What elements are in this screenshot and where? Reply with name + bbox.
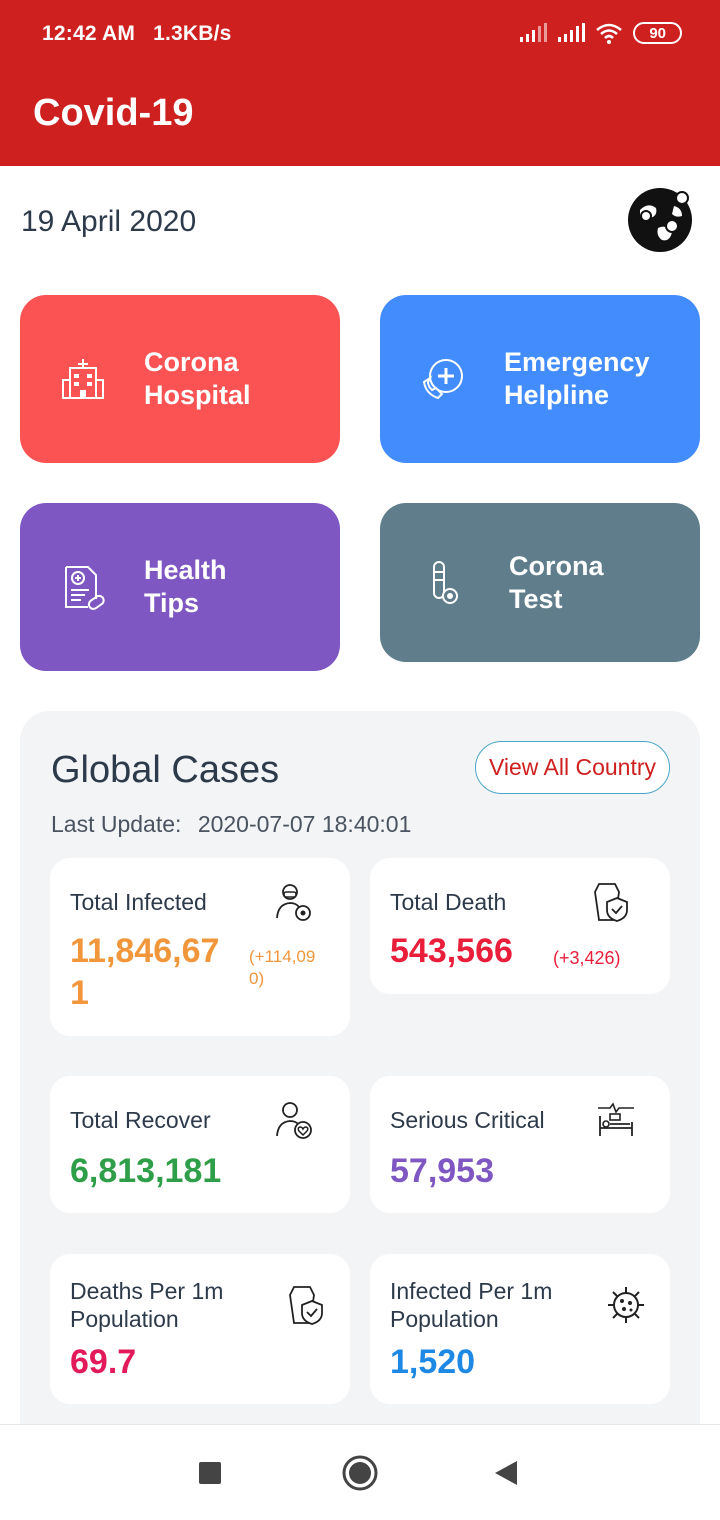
stat-value: 57,953 — [390, 1152, 494, 1190]
stat-label: Total Death — [390, 889, 507, 915]
card-label-line2: Helpline — [504, 380, 610, 410]
coffin-shield-icon — [289, 1286, 323, 1325]
health-tips-card[interactable]: Health Tips — [20, 503, 340, 671]
test-tube-icon — [433, 560, 458, 604]
square-icon — [199, 1462, 221, 1484]
app-title: Covid-19 — [33, 92, 194, 134]
masked-person-icon — [276, 884, 311, 921]
stat-label: Serious Critical — [390, 1107, 545, 1133]
stat-delta-line2: 0) — [249, 969, 265, 988]
home-button[interactable] — [340, 1453, 380, 1493]
battery-indicator: 90 — [633, 22, 682, 44]
signal-icon-2 — [558, 23, 586, 42]
wifi-icon — [596, 23, 623, 44]
status-left: 12:42 AM 1.3KB/s — [42, 22, 232, 46]
card-label: Corona Hospital — [144, 346, 251, 412]
stat-value: 6,813,181 — [70, 1152, 222, 1190]
virus-icon — [608, 1287, 644, 1323]
system-nav-bar — [0, 1424, 720, 1520]
last-update-value: 2020-07-07 18:40:01 — [197, 811, 412, 837]
back-button[interactable] — [486, 1453, 526, 1493]
deaths-per-1m-card: Deaths Per 1m Population 69.7 — [50, 1254, 350, 1404]
card-label: Emergency Helpline — [504, 346, 650, 412]
stat-value: 1,520 — [390, 1343, 476, 1381]
global-cases-panel: Global Cases View All Country Last Updat… — [20, 711, 700, 1471]
stat-label: Deaths Per 1m Population — [70, 1277, 223, 1333]
phone-plus-icon — [422, 359, 463, 400]
status-network-speed: 1.3KB/s — [153, 22, 232, 45]
signal-icon — [520, 23, 548, 42]
person-heart-icon — [276, 1102, 312, 1139]
card-label: Health Tips — [144, 554, 227, 620]
card-label-line1: Health — [144, 555, 227, 585]
card-label-line2: Tips — [144, 588, 200, 618]
back-triangle-icon — [495, 1461, 517, 1485]
stat-label: Infected Per 1m Population — [390, 1277, 552, 1333]
recents-button[interactable] — [190, 1453, 230, 1493]
stat-value: 11,846,67 1 — [70, 930, 219, 1014]
corona-test-card[interactable]: Corona Test — [380, 503, 700, 662]
stat-label: Total Recover — [70, 1107, 211, 1133]
document-pill-icon — [65, 566, 105, 610]
hospital-bed-icon — [598, 1102, 634, 1136]
stat-label: Total Infected — [70, 889, 207, 915]
total-death-card: Total Death 543,566 (+3,426) — [370, 858, 670, 994]
card-label-line1: Emergency — [504, 347, 650, 377]
last-update-label: Last Update: — [51, 811, 182, 837]
card-label-line2: Test — [509, 583, 563, 614]
card-label: Corona Test — [509, 550, 604, 616]
card-label-line1: Corona — [144, 347, 239, 377]
total-infected-card: Total Infected 11,846,67 1 (+114,09 0) — [50, 858, 350, 1036]
stat-delta: (+3,426) — [553, 948, 621, 968]
card-label-line2: Hospital — [144, 380, 251, 410]
stat-value-line1: 11,846,67 — [70, 932, 220, 970]
stat-delta-line1: (+114,09 — [249, 947, 316, 966]
stat-label-line2: Population — [70, 1306, 179, 1332]
last-update: Last Update: 2020-07-07 18:40:01 — [51, 811, 411, 838]
serious-critical-card: Serious Critical 57,953 — [370, 1076, 670, 1213]
view-all-country-button[interactable]: View All Country — [475, 741, 670, 794]
stat-value-line2: 1 — [70, 974, 89, 1012]
stat-label-line2: Population — [390, 1306, 499, 1332]
coffin-shield-icon — [594, 883, 628, 922]
hospital-icon — [62, 359, 104, 399]
current-date: 19 April 2020 — [21, 205, 197, 238]
total-recover-card: Total Recover 6,813,181 — [50, 1076, 350, 1213]
app-bar: 12:42 AM 1.3KB/s 90 Covid-19 — [0, 0, 720, 166]
stat-value: 543,566 — [390, 932, 513, 970]
status-right: 90 — [519, 22, 682, 44]
card-label-line1: Corona — [509, 550, 604, 581]
stat-delta: (+114,09 0) — [249, 946, 315, 990]
status-bar: 12:42 AM 1.3KB/s 90 — [0, 0, 720, 72]
stat-label-line1: Deaths Per 1m — [70, 1278, 224, 1304]
global-cases-title: Global Cases — [51, 749, 280, 791]
circle-icon — [342, 1455, 378, 1491]
status-time: 12:42 AM — [42, 22, 136, 45]
battery-level: 90 — [649, 24, 666, 42]
corona-hospital-card[interactable]: Corona Hospital — [20, 295, 340, 463]
stat-value: 69.7 — [70, 1343, 137, 1381]
stat-label-line1: Infected Per 1m — [390, 1278, 553, 1304]
emergency-helpline-card[interactable]: Emergency Helpline — [380, 295, 700, 463]
infected-per-1m-card: Infected Per 1m Population 1,520 — [370, 1254, 670, 1404]
globe-virus-icon[interactable] — [628, 188, 692, 252]
